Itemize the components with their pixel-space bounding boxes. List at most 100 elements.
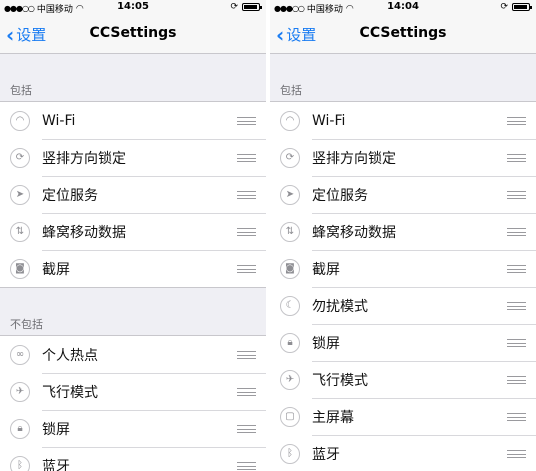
status-time: 14:05: [117, 1, 149, 12]
wifi-icon: ◠: [10, 110, 30, 131]
page-title: CCSettings: [359, 25, 447, 41]
battery-fill: [514, 5, 527, 9]
list-item-label: 蓝牙: [312, 446, 340, 463]
list-item-label: 蓝牙: [42, 458, 70, 471]
reorder-handle-icon[interactable]: [507, 228, 526, 236]
list-item-label: 定位服务: [42, 187, 98, 204]
reorder-handle-icon[interactable]: [237, 462, 256, 470]
reorder-handle-icon[interactable]: [237, 265, 256, 273]
screen-left: ●●●○○ 中国移动 ◠ 14:05 ⟳ ‹ 设置 CCSettings 包括 ◠ Wi-Fi ⟳ 竖排…: [0, 0, 266, 471]
reorder-handle-icon[interactable]: [507, 376, 526, 384]
list-item[interactable]: ✈ 飞行模式: [0, 373, 266, 410]
list-item[interactable]: ✈ 飞行模式: [270, 361, 536, 398]
list-item-label: 定位服务: [312, 187, 368, 204]
reorder-handle-icon[interactable]: [507, 302, 526, 310]
list-item-label: 蜂窝移动数据: [42, 224, 126, 241]
settings-list: ∞ 个人热点 ✈ 飞行模式 🔒︎ 锁屏 ᛒ 蓝牙: [0, 335, 266, 471]
status-bar: ●●●○○ 中国移动 ◠ 14:05 ⟳: [0, 0, 266, 16]
lock-icon: 🔒︎: [280, 332, 300, 353]
list-item[interactable]: ᛒ 蓝牙: [270, 435, 536, 471]
reorder-handle-icon[interactable]: [507, 191, 526, 199]
list-item-label: 竖排方向锁定: [312, 150, 396, 167]
reorder-handle-icon[interactable]: [507, 265, 526, 273]
list-item[interactable]: ➤ 定位服务: [270, 176, 536, 213]
camera-icon: ◙: [10, 258, 30, 279]
list-item-label: 锁屏: [42, 421, 70, 438]
list-item[interactable]: 🔒︎ 锁屏: [270, 324, 536, 361]
page-title: CCSettings: [89, 25, 177, 41]
reorder-handle-icon[interactable]: [237, 388, 256, 396]
comparison-composite: ●●●○○ 中国移动 ◠ 14:05 ⟳ ‹ 设置 CCSettings 包括 ◠ Wi-Fi ⟳ 竖排…: [0, 0, 536, 471]
section-header: 包括: [10, 84, 32, 97]
rotation-lock-icon: ⟳: [280, 147, 300, 168]
battery-fill: [244, 5, 257, 9]
screen-right: ●●●○○ 中国移动 ◠ 14:04 ⟳ ‹ 设置 CCSettings 包括 ◠ Wi-Fi ⟳ 竖排…: [270, 0, 536, 471]
settings-list: ◠ Wi-Fi ⟳ 竖排方向锁定 ➤ 定位服务 ⇅ 蜂窝移动数据 ◙ 截屏: [0, 101, 266, 288]
reorder-handle-icon[interactable]: [237, 351, 256, 359]
list-item[interactable]: ▢ 主屏幕: [270, 398, 536, 435]
moon-icon: ☾: [280, 295, 300, 316]
reorder-handle-icon[interactable]: [507, 154, 526, 162]
list-item[interactable]: ∞ 个人热点: [0, 336, 266, 373]
camera-icon: ◙: [280, 258, 300, 279]
status-right: ⟳: [230, 2, 262, 12]
list-item[interactable]: ◙ 截屏: [0, 250, 266, 287]
reorder-handle-icon[interactable]: [507, 413, 526, 421]
link-icon: ∞: [10, 344, 30, 365]
airplane-icon: ✈: [10, 381, 30, 402]
reorder-handle-icon[interactable]: [507, 450, 526, 458]
list-item-label: 个人热点: [42, 347, 98, 364]
orientation-lock-icon: ⟳: [500, 2, 508, 12]
settings-list: ◠ Wi-Fi ⟳ 竖排方向锁定 ➤ 定位服务 ⇅ 蜂窝移动数据 ◙ 截屏 ☾ 勿扰模式 🔒︎ 锁屏 ✈ 飞行…: [270, 101, 536, 471]
airplane-icon: ✈: [280, 369, 300, 390]
rotation-lock-icon: ⟳: [10, 147, 30, 168]
cellular-data-icon: ⇅: [10, 221, 30, 242]
reorder-handle-icon[interactable]: [237, 191, 256, 199]
reorder-handle-icon[interactable]: [237, 117, 256, 125]
list-item-label: 主屏幕: [312, 409, 354, 426]
navigation-bar: ‹ 设置 CCSettings: [270, 16, 536, 54]
location-arrow-icon: ➤: [10, 184, 30, 205]
bluetooth-icon: ᛒ: [280, 443, 300, 464]
home-button-icon: ▢: [280, 406, 300, 427]
list-item-label: 飞行模式: [42, 384, 98, 401]
list-item[interactable]: ☾ 勿扰模式: [270, 287, 536, 324]
lock-icon: 🔒︎: [10, 418, 30, 439]
reorder-handle-icon[interactable]: [237, 154, 256, 162]
list-item-label: Wi-Fi: [312, 112, 346, 129]
section-header: 包括: [280, 84, 302, 97]
wifi-icon: ◠: [280, 110, 300, 131]
list-item[interactable]: ⟳ 竖排方向锁定: [0, 139, 266, 176]
list-item[interactable]: ◠ Wi-Fi: [270, 102, 536, 139]
list-item[interactable]: ⇅ 蜂窝移动数据: [270, 213, 536, 250]
list-item-label: 锁屏: [312, 335, 340, 352]
list-item[interactable]: ◙ 截屏: [270, 250, 536, 287]
status-right: ⟳: [500, 2, 532, 12]
list-item-label: Wi-Fi: [42, 112, 76, 129]
location-arrow-icon: ➤: [280, 184, 300, 205]
list-item[interactable]: ᛒ 蓝牙: [0, 447, 266, 471]
list-item[interactable]: ⟳ 竖排方向锁定: [270, 139, 536, 176]
reorder-handle-icon[interactable]: [507, 117, 526, 125]
list-item-label: 蜂窝移动数据: [312, 224, 396, 241]
reorder-handle-icon[interactable]: [237, 425, 256, 433]
list-item-label: 竖排方向锁定: [42, 150, 126, 167]
bluetooth-icon: ᛒ: [10, 455, 30, 471]
list-item-label: 勿扰模式: [312, 298, 368, 315]
list-item-label: 飞行模式: [312, 372, 368, 389]
list-item[interactable]: 🔒︎ 锁屏: [0, 410, 266, 447]
list-item[interactable]: ◠ Wi-Fi: [0, 102, 266, 139]
status-bar: ●●●○○ 中国移动 ◠ 14:04 ⟳: [270, 0, 536, 16]
navigation-bar: ‹ 设置 CCSettings: [0, 16, 266, 54]
battery-icon: [242, 3, 262, 11]
reorder-handle-icon[interactable]: [507, 339, 526, 347]
list-item[interactable]: ➤ 定位服务: [0, 176, 266, 213]
reorder-handle-icon[interactable]: [237, 228, 256, 236]
list-item[interactable]: ⇅ 蜂窝移动数据: [0, 213, 266, 250]
list-item-label: 截屏: [312, 261, 340, 278]
list-item-label: 截屏: [42, 261, 70, 278]
status-time: 14:04: [387, 1, 419, 12]
orientation-lock-icon: ⟳: [230, 2, 238, 12]
cellular-data-icon: ⇅: [280, 221, 300, 242]
battery-icon: [512, 3, 532, 11]
